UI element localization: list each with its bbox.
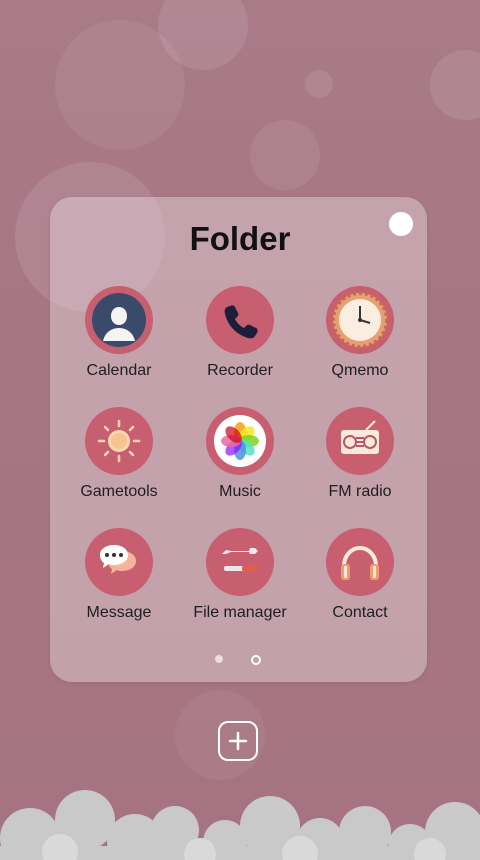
folder-close-dot[interactable]: [389, 212, 413, 236]
app-label: Recorder: [207, 362, 273, 379]
cloud-decoration: [0, 790, 480, 860]
app-contact[interactable]: Contact: [300, 528, 420, 622]
photos-flower-icon: [206, 407, 274, 475]
app-label: Message: [86, 604, 152, 621]
app-fm-radio[interactable]: FM radio: [300, 407, 420, 501]
background-bokeh: [430, 50, 480, 120]
app-label: FM radio: [328, 483, 392, 500]
radio-icon: [326, 407, 394, 475]
phone-handset-icon: [206, 286, 274, 354]
page-dot-active[interactable]: [251, 655, 261, 665]
background-bokeh: [55, 20, 185, 150]
app-label: Gametools: [80, 483, 158, 500]
app-message[interactable]: Message: [59, 528, 179, 622]
app-label: File manager: [193, 604, 287, 621]
chat-bubble-icon: [85, 528, 153, 596]
app-music[interactable]: Music: [180, 407, 300, 501]
contact-silhouette-icon: [85, 286, 153, 354]
app-qmemo[interactable]: Qmemo: [300, 286, 420, 380]
clock-icon: [326, 286, 394, 354]
plus-icon: [228, 731, 248, 751]
page-dot[interactable]: [215, 655, 223, 663]
app-label: Qmemo: [331, 362, 389, 379]
background-bokeh: [305, 70, 333, 98]
background-bokeh: [250, 120, 320, 190]
app-file-manager[interactable]: File manager: [180, 528, 300, 622]
app-label: Music: [219, 483, 261, 500]
app-label: Contact: [332, 604, 388, 621]
headphones-icon: [326, 528, 394, 596]
app-recorder[interactable]: Recorder: [180, 286, 300, 380]
sun-icon: [85, 407, 153, 475]
app-label: Calendar: [86, 362, 152, 379]
app-gametools[interactable]: Gametools: [59, 407, 179, 501]
tools-icon: [206, 528, 274, 596]
app-calendar[interactable]: Calendar: [59, 286, 179, 380]
pagination: [0, 655, 480, 667]
